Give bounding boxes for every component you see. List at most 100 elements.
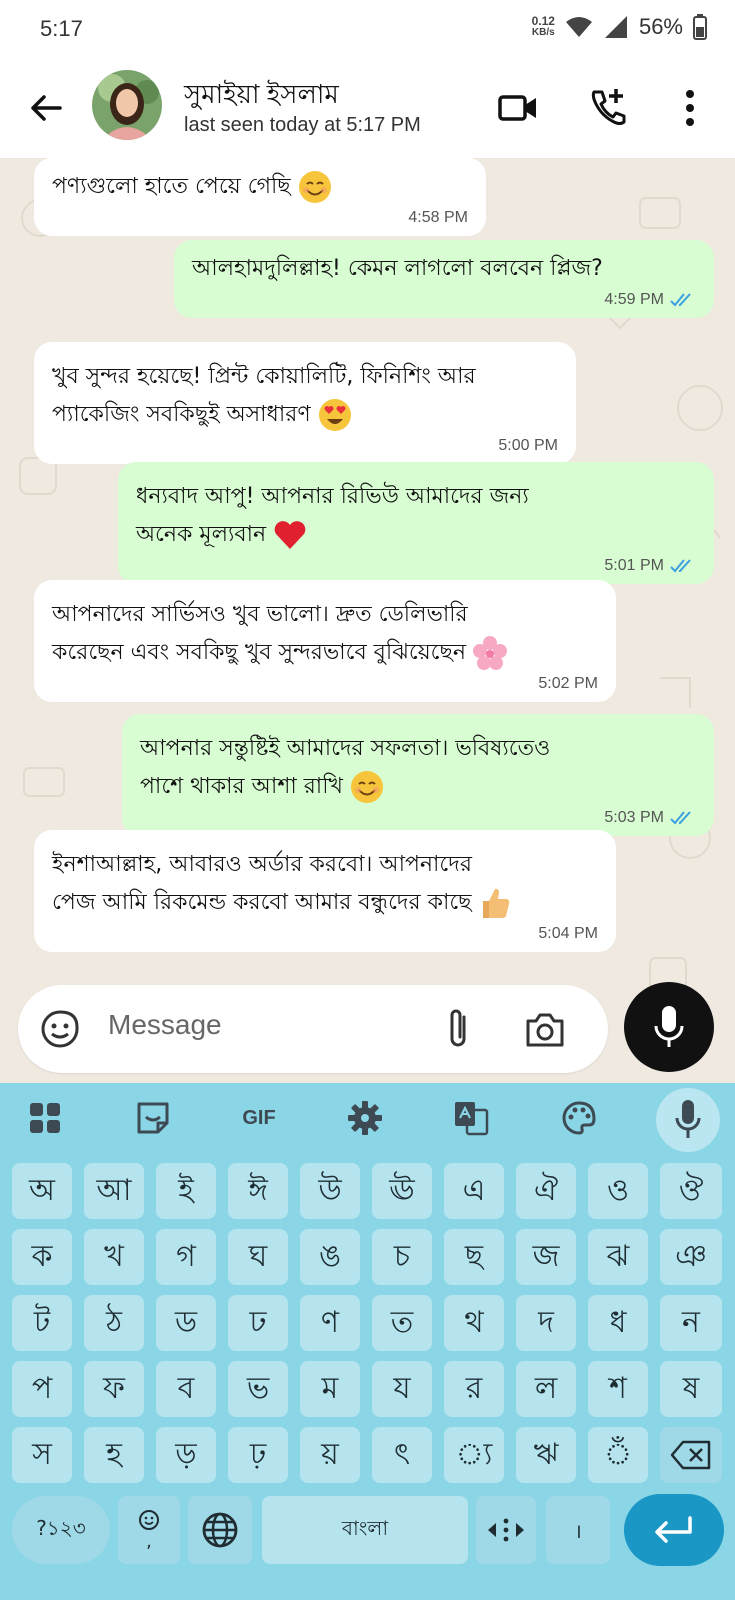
message-input[interactable]: Message: [108, 1009, 222, 1041]
message-bubble-outgoing[interactable]: ধন্যবাদ আপু! আপনার রিভিউ আমাদের জন্য অনে…: [118, 462, 714, 584]
key[interactable]: আ: [84, 1163, 144, 1219]
back-arrow-icon[interactable]: [26, 88, 66, 128]
key[interactable]: ঊ: [372, 1163, 432, 1219]
key[interactable]: ঈ: [228, 1163, 288, 1219]
message-line: আপনাদের সার্ভিসও খুব ভালো। দ্রুত ডেলিভার…: [52, 602, 468, 627]
key[interactable]: ক: [12, 1229, 72, 1285]
key[interactable]: ্য: [444, 1427, 504, 1483]
key[interactable]: ফ: [84, 1361, 144, 1417]
key[interactable]: ঢ: [228, 1295, 288, 1351]
cursor-move-key[interactable]: [476, 1496, 536, 1564]
key[interactable]: ণ: [300, 1295, 360, 1351]
language-switch-key[interactable]: [188, 1496, 252, 1564]
message-bubble-incoming[interactable]: ইনশাআল্লাহ, আবারও অর্ডার করবো। আপনাদের প…: [34, 830, 616, 952]
key[interactable]: ধ: [588, 1295, 648, 1351]
key[interactable]: স: [12, 1427, 72, 1483]
key[interactable]: ঙ: [300, 1229, 360, 1285]
translate-icon[interactable]: [448, 1095, 494, 1141]
key[interactable]: ষ: [660, 1361, 722, 1417]
period-key[interactable]: ।: [546, 1496, 610, 1564]
key[interactable]: র: [444, 1361, 504, 1417]
key[interactable]: গ: [156, 1229, 216, 1285]
backspace-key[interactable]: [660, 1427, 722, 1483]
message-bubble-incoming[interactable]: আপনাদের সার্ভিসও খুব ভালো। দ্রুত ডেলিভার…: [34, 580, 616, 702]
space-bar[interactable]: বাংলা: [262, 1496, 468, 1564]
key[interactable]: ড: [156, 1295, 216, 1351]
camera-icon[interactable]: [524, 1009, 566, 1049]
key[interactable]: য: [372, 1361, 432, 1417]
key[interactable]: জ: [516, 1229, 576, 1285]
key[interactable]: ব: [156, 1361, 216, 1417]
message-line: ধন্যবাদ আপু! আপনার রিভিউ আমাদের জন্য: [136, 484, 529, 509]
key[interactable]: উ: [300, 1163, 360, 1219]
key[interactable]: ঝ: [588, 1229, 648, 1285]
key[interactable]: ঐ: [516, 1163, 576, 1219]
key[interactable]: ল: [516, 1361, 576, 1417]
key[interactable]: দ: [516, 1295, 576, 1351]
key[interactable]: ভ: [228, 1361, 288, 1417]
chat-header: সুমাইয়া ইসলাম last seen today at 5:17 P…: [0, 62, 735, 158]
key[interactable]: ৎ: [372, 1427, 432, 1483]
key[interactable]: ঠ: [84, 1295, 144, 1351]
wifi-icon: [565, 17, 592, 37]
sticker-icon[interactable]: [40, 1009, 80, 1049]
key[interactable]: ন: [660, 1295, 722, 1351]
key[interactable]: অ: [12, 1163, 72, 1219]
key[interactable]: ঔ: [660, 1163, 722, 1219]
message-text: খুব সুন্দর হয়েছে! প্রিন্ট কোয়ালিটি, ফি…: [52, 358, 558, 434]
key[interactable]: ড়: [156, 1427, 216, 1483]
enter-key[interactable]: [624, 1494, 724, 1566]
attach-icon[interactable]: [444, 1007, 474, 1051]
settings-icon[interactable]: [342, 1095, 388, 1141]
key[interactable]: ঘ: [228, 1229, 288, 1285]
key[interactable]: ঢ়: [228, 1427, 288, 1483]
battery-percent: 56%: [638, 14, 683, 39]
heart-eyes-emoji-icon: [318, 399, 351, 431]
message-bubble-outgoing[interactable]: আপনার সন্তুষ্টিই আমাদের সফলতা। ভবিষ্যতেও…: [122, 714, 714, 836]
key[interactable]: ই: [156, 1163, 216, 1219]
key[interactable]: ঁ: [588, 1427, 648, 1483]
sticker-icon[interactable]: [130, 1095, 176, 1141]
avatar[interactable]: [92, 70, 162, 140]
emoji-comma-key[interactable]: ,: [118, 1496, 180, 1564]
key[interactable]: ত: [372, 1295, 432, 1351]
message-text: আপনাদের সার্ভিসও খুব ভালো। দ্রুত ডেলিভার…: [52, 596, 598, 672]
message-bubble-incoming[interactable]: খুব সুন্দর হয়েছে! প্রিন্ট কোয়ালিটি, ফি…: [34, 342, 576, 464]
key[interactable]: ট: [12, 1295, 72, 1351]
read-receipt-icon: [670, 811, 691, 825]
more-vertical-icon[interactable]: [668, 86, 712, 130]
palette-icon[interactable]: [556, 1095, 602, 1141]
key[interactable]: ঞ: [660, 1229, 722, 1285]
key[interactable]: চ: [372, 1229, 432, 1285]
key[interactable]: য়: [300, 1427, 360, 1483]
key[interactable]: এ: [444, 1163, 504, 1219]
keyboard-voice-button[interactable]: [656, 1088, 720, 1152]
message-line: পাশে থাকার আশা রাখি: [140, 774, 343, 799]
chat-area[interactable]: পণ্যগুলো হাতে পেয়ে গেছি 4:58 PM আলহামদু…: [0, 158, 735, 1083]
message-bubble-outgoing[interactable]: আলহামদুলিল্লাহ! কেমন লাগলো বলবেন প্লিজ? …: [174, 240, 714, 318]
voice-message-button[interactable]: [624, 982, 714, 1072]
video-call-icon[interactable]: [496, 86, 540, 130]
contact-name[interactable]: সুমাইয়া ইসলাম: [184, 74, 339, 118]
message-line: পণ্যগুলো হাতে পেয়ে গেছি: [52, 174, 291, 199]
message-time: 4:58 PM: [408, 209, 468, 226]
gif-button[interactable]: GIF: [236, 1095, 282, 1141]
key[interactable]: ঋ: [516, 1427, 576, 1483]
message-line: আলহামদুলিল্লাহ! কেমন লাগলো বলবেন প্লিজ?: [192, 256, 603, 281]
message-input-bar[interactable]: Message: [18, 985, 608, 1073]
key[interactable]: প: [12, 1361, 72, 1417]
apps-grid-icon[interactable]: [22, 1095, 68, 1141]
add-call-icon[interactable]: [586, 86, 630, 130]
message-meta: 5:00 PM: [52, 436, 558, 456]
key[interactable]: খ: [84, 1229, 144, 1285]
symbols-key[interactable]: ?১২৩: [12, 1496, 110, 1564]
key[interactable]: ম: [300, 1361, 360, 1417]
key[interactable]: ও: [588, 1163, 648, 1219]
net-speed-unit: KB/s: [531, 27, 555, 38]
key[interactable]: ছ: [444, 1229, 504, 1285]
smile-emoji-icon: [350, 771, 383, 803]
key[interactable]: হ: [84, 1427, 144, 1483]
message-bubble-incoming[interactable]: পণ্যগুলো হাতে পেয়ে গেছি 4:58 PM: [34, 158, 486, 236]
key[interactable]: থ: [444, 1295, 504, 1351]
key[interactable]: শ: [588, 1361, 648, 1417]
